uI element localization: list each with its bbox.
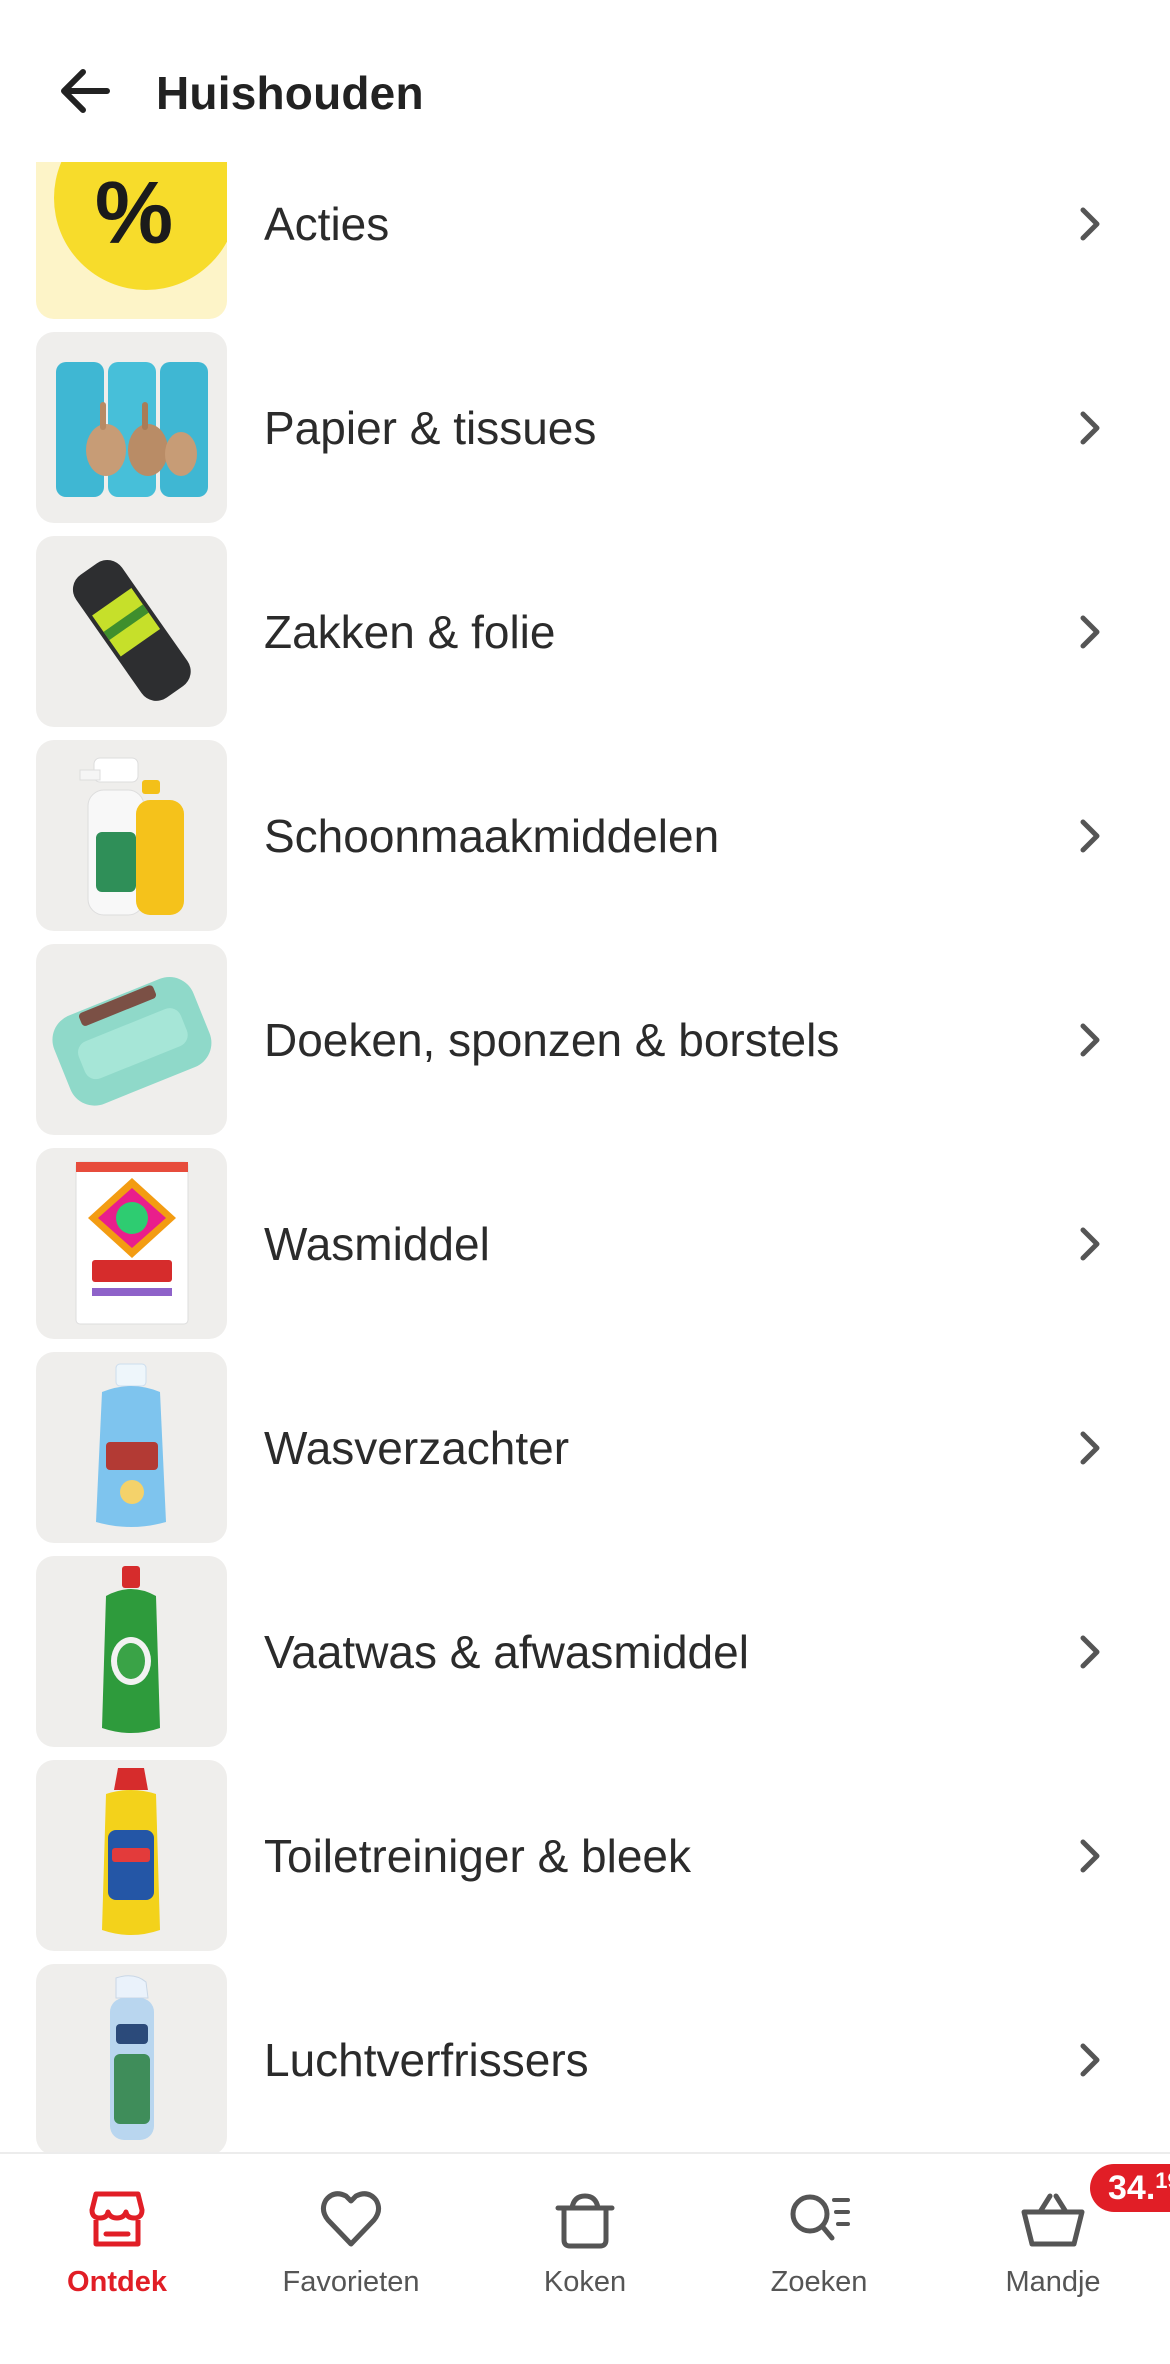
page-title: Huishouden [156,67,424,119]
category-label: Doeken, sponzen & borstels [264,1014,840,1066]
nav-label: Zoeken [770,2266,868,2298]
chevron-right-icon [1060,1214,1120,1274]
nav-label: Mandje [1005,2266,1101,2298]
category-row-luchtverfrissers[interactable]: Luchtverfrissers [0,1958,1170,2152]
category-row-doeken-sponzen-borstels[interactable]: Doeken, sponzen & borstels [0,938,1170,1142]
category-row-papier-tissues[interactable]: Papier & tissues [0,326,1170,530]
trash-bags-icon [36,536,227,727]
wipes-pack-icon [36,944,227,1135]
chevron-right-icon [1060,602,1120,662]
category-label: Zakken & folie [264,606,556,658]
category-row-zakken-folie[interactable]: Zakken & folie [0,530,1170,734]
category-list[interactable]: % Acties Papier & tissues Zakken & folie… [0,162,1170,2152]
chevron-right-icon [1060,1418,1120,1478]
chevron-right-icon [1060,1622,1120,1682]
store-icon [82,2184,152,2254]
arrow-left-icon [61,69,110,113]
category-label: Vaatwas & afwasmiddel [264,1626,749,1678]
air-freshener-icon [36,1964,227,2152]
category-row-acties[interactable]: % Acties [0,162,1170,326]
pot-icon [550,2184,620,2254]
category-label: Papier & tissues [264,402,597,454]
category-row-schoonmaakmiddelen[interactable]: Schoonmaakmiddelen [0,734,1170,938]
category-row-toiletreiniger-bleek[interactable]: Toiletreiniger & bleek [0,1754,1170,1958]
back-button[interactable] [50,56,120,126]
category-label: Luchtverfrissers [264,2034,589,2086]
chevron-right-icon [1060,194,1120,254]
search-icon [784,2184,854,2254]
toilet-paper-icon [36,332,227,523]
percent-promo-icon: % [36,162,227,319]
chevron-right-icon [1060,806,1120,866]
app-root: Huishouden % Acties Papier & tissues Zak… [0,0,1170,2364]
nav-label: Ontdek [67,2266,167,2298]
heart-icon [316,2184,386,2254]
category-label: Toiletreiniger & bleek [264,1830,692,1882]
basket-icon [1018,2184,1088,2254]
top-bar: Huishouden [0,0,1170,162]
cart-total-cents: 19 [1155,2168,1170,2193]
cart-total-main: 34. [1108,2169,1156,2207]
detergent-box-icon [36,1148,227,1339]
nav-item-favorieten[interactable]: Favorieten [234,2154,468,2364]
dish-soap-bottle-icon [36,1556,227,1747]
softener-bottle-icon [36,1352,227,1543]
category-label: Schoonmaakmiddelen [264,810,720,862]
svg-text:%: % [95,163,173,262]
nav-item-koken[interactable]: Koken [468,2154,702,2364]
nav-item-zoeken[interactable]: Zoeken [702,2154,936,2364]
category-row-wasmiddel[interactable]: Wasmiddel [0,1142,1170,1346]
nav-label: Koken [543,2266,627,2298]
category-label: Acties [264,198,390,250]
category-label: Wasmiddel [264,1218,490,1270]
nav-label: Favorieten [282,2266,420,2298]
chevron-right-icon [1060,1010,1120,1070]
chevron-right-icon [1060,398,1120,458]
category-row-vaatwas-afwasmiddel[interactable]: Vaatwas & afwasmiddel [0,1550,1170,1754]
nav-item-ontdek[interactable]: Ontdek [0,2154,234,2364]
chevron-right-icon [1060,2030,1120,2090]
chevron-right-icon [1060,1826,1120,1886]
category-row-wasverzachter[interactable]: Wasverzachter [0,1346,1170,1550]
cart-total-badge: 34.19 [1090,2164,1170,2212]
spray-bottle-icon [36,740,227,931]
bottom-navigation: Ontdek Favorieten Koken Zoeken 34. 1 Man… [0,2152,1170,2364]
category-label: Wasverzachter [264,1422,570,1474]
nav-item-mandje[interactable]: 34.19 Mandje [936,2154,1170,2364]
toilet-cleaner-icon [36,1760,227,1951]
